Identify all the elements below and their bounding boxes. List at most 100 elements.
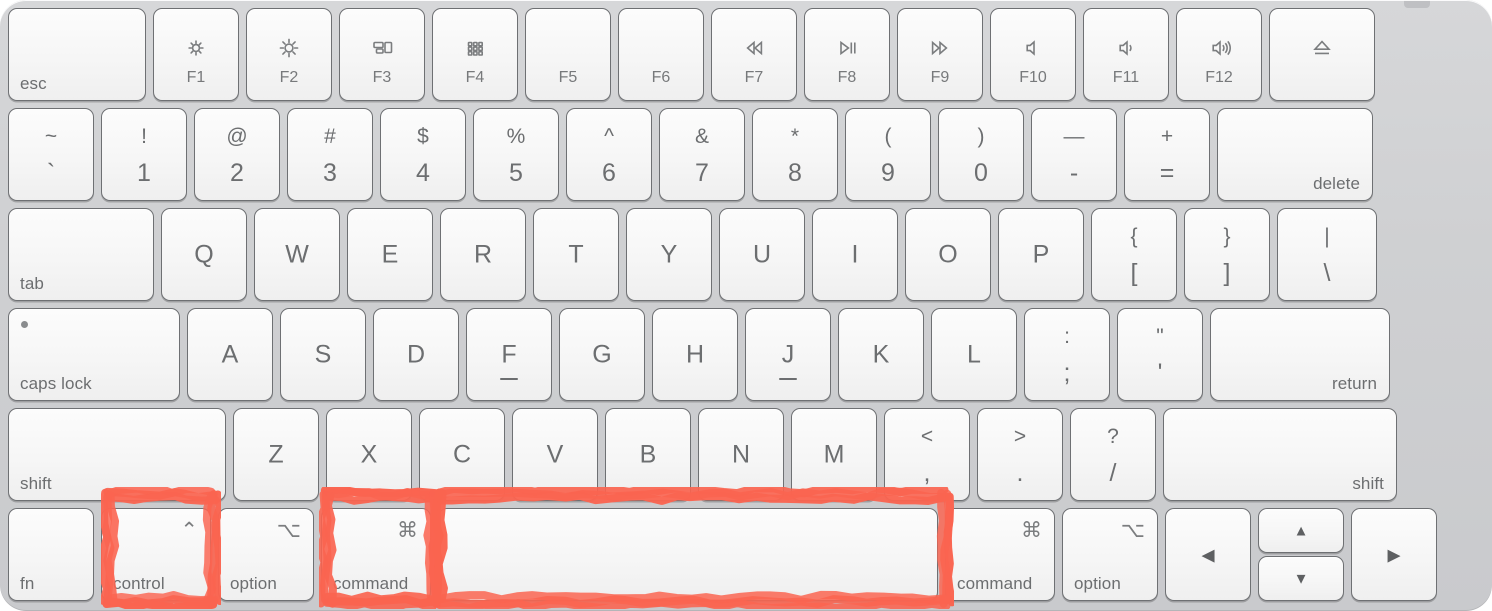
key-command-left[interactable]: ⌘ command [321, 508, 431, 601]
key-quote[interactable]: " ' [1117, 308, 1203, 401]
key-key-q[interactable]: Q [161, 208, 247, 301]
key-minus[interactable]: — - [1031, 108, 1117, 201]
key-key-o[interactable]: O [905, 208, 991, 301]
key-legend: C [452, 440, 472, 468]
key-f1[interactable]: F1 [153, 8, 239, 101]
key-legend: Q [194, 240, 214, 268]
key-key-z[interactable]: Z [233, 408, 319, 501]
keyboard-row-bottom-row: fn ⌃ control ⌥ option ⌘ command ⌘ command ⌥ option… [8, 508, 1484, 601]
key-key-s[interactable]: S [280, 308, 366, 401]
key-key-w[interactable]: W [254, 208, 340, 301]
key-key-n[interactable]: N [698, 408, 784, 501]
key-control[interactable]: ⌃ control [101, 508, 211, 601]
key-shift-left[interactable]: shift [8, 408, 226, 501]
key-key-e[interactable]: E [347, 208, 433, 301]
key-legend: V [546, 440, 564, 468]
key-key-h[interactable]: H [652, 308, 738, 401]
key-bracket-left[interactable]: {[ [1091, 208, 1177, 301]
key-base-legend: 1 [137, 159, 151, 187]
key-f8[interactable]: F8 [804, 8, 890, 101]
key-key-k[interactable]: K [838, 308, 924, 401]
key-legend: H [685, 340, 705, 368]
key-label: option [230, 574, 277, 593]
key-digit-4[interactable]: $4 [380, 108, 466, 201]
key-f5[interactable]: F5 [525, 8, 611, 101]
key-base-legend: 4 [416, 159, 430, 187]
key-command-right[interactable]: ⌘ command [945, 508, 1055, 601]
key-key-p[interactable]: P [998, 208, 1084, 301]
fn-label: F9 [930, 69, 950, 86]
key-key-r[interactable]: R [440, 208, 526, 301]
key-period[interactable]: >. [977, 408, 1063, 501]
key-key-l[interactable]: L [931, 308, 1017, 401]
key-label: delete [1313, 174, 1360, 193]
key-key-i[interactable]: I [812, 208, 898, 301]
key-f3[interactable]: F3 [339, 8, 425, 101]
key-shifted-legend: : [1064, 325, 1070, 348]
key-semicolon[interactable]: :; [1024, 308, 1110, 401]
volume-up-icon [1177, 35, 1261, 61]
key-space[interactable] [438, 508, 938, 601]
key-f6[interactable]: F6 [618, 8, 704, 101]
key-key-a[interactable]: A [187, 308, 273, 401]
key-arrow-right[interactable]: ▶ [1351, 508, 1437, 601]
key-digit-0[interactable]: ) 0 [938, 108, 1024, 201]
key-f4[interactable]: F4 [432, 8, 518, 101]
key-key-b[interactable]: B [605, 408, 691, 501]
key-key-d[interactable]: D [373, 308, 459, 401]
key-f2[interactable]: F2 [246, 8, 332, 101]
key-key-g[interactable]: G [559, 308, 645, 401]
key-digit-9[interactable]: (9 [845, 108, 931, 201]
key-caps-lock[interactable]: caps lock [8, 308, 180, 401]
key-legend: U [752, 240, 772, 268]
key-f9[interactable]: F9 [897, 8, 983, 101]
arrow-down-glyph-icon: ▼ [1293, 570, 1309, 587]
key-digit-6[interactable]: ^ 6 [566, 108, 652, 201]
key-digit-2[interactable]: @2 [194, 108, 280, 201]
key-slash[interactable]: ? / [1070, 408, 1156, 501]
key-arrow-down[interactable]: ▼ [1258, 556, 1344, 601]
key-f7[interactable]: F7 [711, 8, 797, 101]
key-return[interactable]: return [1210, 308, 1390, 401]
key-legend: B [639, 440, 657, 468]
key-digit-8[interactable]: * 8 [752, 108, 838, 201]
mission-control-icon [340, 35, 424, 61]
key-base-legend: 9 [881, 159, 895, 187]
key-shift-right[interactable]: shift [1163, 408, 1397, 501]
key-backslash[interactable]: | \ [1277, 208, 1377, 301]
key-option-left[interactable]: ⌥ option [218, 508, 314, 601]
key-key-m[interactable]: M [791, 408, 877, 501]
key-option-right[interactable]: ⌥ option [1062, 508, 1158, 601]
brightness-high-icon [247, 35, 331, 61]
key-digit-7[interactable]: & 7 [659, 108, 745, 201]
key-key-u[interactable]: U [719, 208, 805, 301]
key-eject[interactable] [1269, 8, 1375, 101]
key-digit-5[interactable]: % 5 [473, 108, 559, 201]
key-key-v[interactable]: V [512, 408, 598, 501]
key-comma[interactable]: <, [884, 408, 970, 501]
volume-down-icon [1084, 35, 1168, 61]
brightness-low-icon [154, 35, 238, 61]
key-bracket-right[interactable]: }] [1184, 208, 1270, 301]
key-f11[interactable]: F11 [1083, 8, 1169, 101]
key-esc[interactable]: esc [8, 8, 146, 101]
key-f10[interactable]: F10 [990, 8, 1076, 101]
key-tab[interactable]: tab [8, 208, 154, 301]
key-equal[interactable]: + = [1124, 108, 1210, 201]
key-f12[interactable]: F12 [1176, 8, 1262, 101]
key-key-c[interactable]: C [419, 408, 505, 501]
arrow-glyph-icon: ◀ [1201, 545, 1215, 564]
key-grave[interactable]: ~ ` [8, 108, 94, 201]
key-key-y[interactable]: Y [626, 208, 712, 301]
key-arrow-up[interactable]: ▲ [1258, 508, 1344, 553]
key-digit-1[interactable]: ! 1 [101, 108, 187, 201]
key-arrow-left[interactable]: ◀ [1165, 508, 1251, 601]
key-key-x[interactable]: X [326, 408, 412, 501]
key-digit-3[interactable]: #3 [287, 108, 373, 201]
key-key-t[interactable]: T [533, 208, 619, 301]
key-key-f[interactable]: F [466, 308, 552, 401]
key-base-legend: - [1069, 159, 1079, 187]
key-fn[interactable]: fn [8, 508, 94, 601]
key-delete[interactable]: delete [1217, 108, 1373, 201]
key-key-j[interactable]: J [745, 308, 831, 401]
